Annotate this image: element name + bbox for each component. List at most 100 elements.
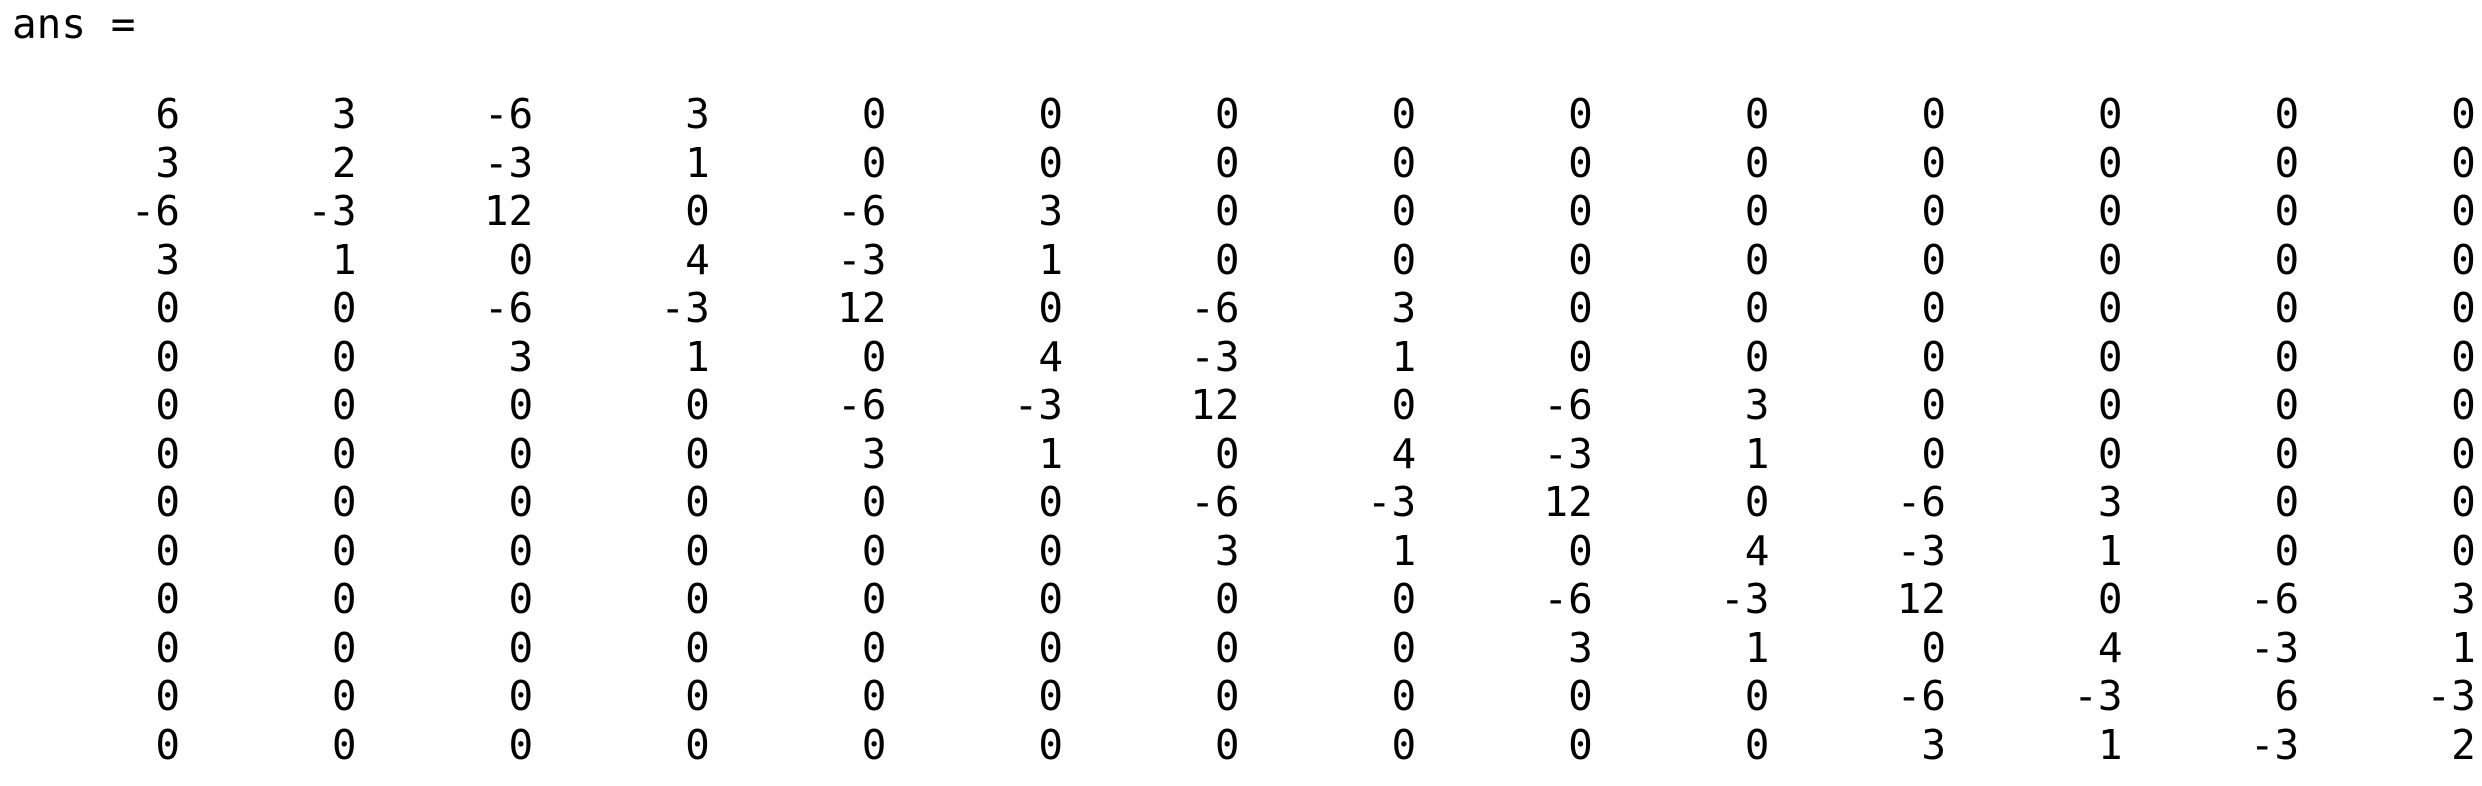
matrix-cell: 0 <box>1568 284 1593 332</box>
matrix-cell: 0 <box>1038 138 1063 187</box>
matrix-cell: -3 <box>483 138 534 187</box>
matrix-cell: 0 <box>155 284 180 332</box>
matrix-row: 0 0 0 0 0 0 0 0 0 0 -6 -3 6 -3 <box>0 672 2482 721</box>
matrix-cell: 0 <box>1391 720 1417 769</box>
matrix-cell: 0 <box>1921 381 1946 429</box>
matrix-row: 0 0 3 1 0 4 -3 1 0 0 0 0 0 0 <box>0 333 2482 382</box>
matrix-cell: 0 <box>155 575 180 623</box>
matrix-cell: 1 <box>2097 720 2123 769</box>
matrix-cell: 3 <box>2451 575 2476 623</box>
matrix-cell: 6 <box>2274 672 2300 720</box>
matrix-cell: 0 <box>1568 332 1593 381</box>
matrix-cell: -6 <box>483 90 534 138</box>
matrix-cell: -3 <box>2249 720 2300 769</box>
matrix-cell: 6 <box>155 90 180 138</box>
matrix-cell: 0 <box>1744 90 1770 138</box>
matrix-cell: 0 <box>508 526 534 575</box>
matrix-cell: 0 <box>1214 623 1240 672</box>
matrix-cell: 0 <box>2451 332 2476 381</box>
matrix-cell: 1 <box>1038 235 1063 284</box>
matrix-cell: 3 <box>508 332 534 381</box>
matrix-cell: 0 <box>2451 478 2476 526</box>
matrix-cell: 0 <box>2274 138 2300 187</box>
matrix-cell: 0 <box>331 720 357 769</box>
matrix-cell: 3 <box>1038 187 1063 235</box>
matrix-row: 0 0 0 0 -6 -3 12 0 -6 3 0 0 0 0 <box>0 381 2482 430</box>
matrix-cell: 0 <box>1214 429 1240 478</box>
matrix-cell: 0 <box>1568 187 1593 235</box>
matrix-cell: 0 <box>2097 284 2123 332</box>
matrix-cell: 12 <box>1896 575 1946 623</box>
matrix-cell: 0 <box>1391 381 1417 429</box>
matrix-cell: 0 <box>1744 284 1770 332</box>
matrix-cell: 3 <box>155 235 180 284</box>
matrix-cell: 1 <box>331 235 357 284</box>
matrix-cell: -6 <box>1543 575 1593 623</box>
matrix-row: 0 0 -6 -3 12 0 -6 3 0 0 0 0 0 0 <box>0 284 2482 333</box>
matrix-cell: 0 <box>2451 284 2476 332</box>
matrix-cell: 0 <box>508 429 534 478</box>
matrix-cell: 0 <box>861 575 887 623</box>
matrix-cell: 0 <box>861 332 887 381</box>
matrix-cell: 0 <box>508 235 534 284</box>
matrix-cell: 0 <box>2097 429 2123 478</box>
matrix-cell: 3 <box>1391 284 1417 332</box>
matrix-cell: -3 <box>1366 478 1417 526</box>
matrix-cell: -6 <box>483 284 534 332</box>
matrix-row: 0 0 0 0 3 1 0 4 -3 1 0 0 0 0 <box>0 430 2482 479</box>
matrix-cell: 0 <box>685 478 710 526</box>
matrix-cell: 0 <box>1038 284 1063 332</box>
matrix-cell: 0 <box>1921 429 1946 478</box>
matrix-cell: 0 <box>685 429 710 478</box>
matrix-cell: -3 <box>2073 672 2123 720</box>
matrix-cell: 1 <box>685 138 710 187</box>
matrix-cell: -3 <box>1896 526 1946 575</box>
matrix-cell: 4 <box>1744 526 1770 575</box>
matrix-cell: 1 <box>1038 429 1063 478</box>
matrix-cell: 0 <box>155 478 180 526</box>
matrix-cell: -3 <box>1190 332 1240 381</box>
matrix-cell: -6 <box>130 187 180 235</box>
matrix-cell: 0 <box>508 575 534 623</box>
matrix-cell: 0 <box>1921 235 1946 284</box>
matrix-cell: 0 <box>685 187 710 235</box>
matrix-cell: 0 <box>331 478 357 526</box>
matrix-cell: 0 <box>685 526 710 575</box>
matrix-cell: 0 <box>508 478 534 526</box>
matrix-cell: 0 <box>2274 284 2300 332</box>
output-header: ans = <box>12 0 136 48</box>
matrix-cell: 3 <box>331 90 357 138</box>
matrix-cell: 12 <box>483 187 534 235</box>
matrix-row: 0 0 0 0 0 0 0 0 3 1 0 4 -3 1 <box>0 624 2482 673</box>
matrix-cell: 1 <box>2097 526 2123 575</box>
matrix-cell: 0 <box>861 138 887 187</box>
matrix-output: 6 3 -6 3 0 0 0 0 0 0 0 0 0 0 3 2 -3 1 0 0 0 0 0 0 0 0 0 0 -6 -3 12 0 -6 3… <box>0 90 2482 769</box>
matrix-cell: 0 <box>2274 90 2300 138</box>
matrix-cell: 0 <box>155 720 180 769</box>
matrix-cell: 0 <box>1744 720 1770 769</box>
matrix-cell: 0 <box>1744 332 1770 381</box>
matrix-cell: 0 <box>861 623 887 672</box>
matrix-cell: 0 <box>1391 235 1417 284</box>
matrix-cell: 0 <box>155 381 180 429</box>
matrix-cell: 3 <box>1921 720 1946 769</box>
matrix-cell: 0 <box>685 623 710 672</box>
matrix-cell: -3 <box>2249 623 2300 672</box>
matrix-cell: -6 <box>837 381 887 429</box>
matrix-cell: 0 <box>685 575 710 623</box>
matrix-cell: 0 <box>861 720 887 769</box>
matrix-cell: -3 <box>2426 672 2476 720</box>
matrix-cell: 0 <box>1391 623 1417 672</box>
matrix-cell: 0 <box>155 672 180 720</box>
matrix-cell: 12 <box>1190 381 1240 429</box>
matrix-cell: 0 <box>1038 90 1063 138</box>
matrix-cell: 0 <box>685 381 710 429</box>
matrix-row: 0 0 0 0 0 0 0 0 0 0 3 1 -3 2 <box>0 721 2482 770</box>
matrix-cell: 12 <box>837 284 887 332</box>
matrix-cell: -6 <box>1896 672 1946 720</box>
matrix-row: -6 -3 12 0 -6 3 0 0 0 0 0 0 0 0 <box>0 187 2482 236</box>
matrix-cell: -6 <box>1190 478 1240 526</box>
matrix-cell: 1 <box>1744 429 1770 478</box>
matrix-cell: 3 <box>2097 478 2123 526</box>
matrix-cell: -3 <box>1013 381 1063 429</box>
